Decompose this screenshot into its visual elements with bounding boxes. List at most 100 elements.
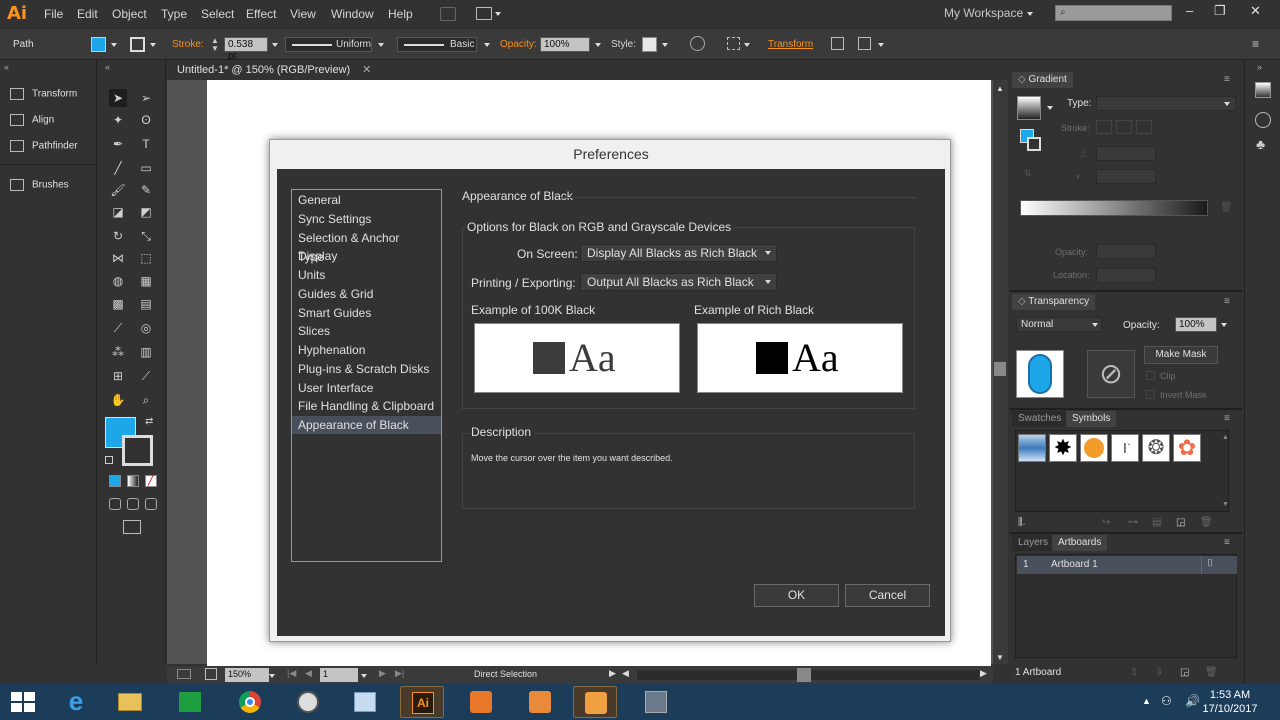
menu-effect[interactable]: Effect: [246, 7, 276, 21]
panel-brushes[interactable]: Brushes: [10, 179, 69, 191]
gradient-stroke-swatch[interactable]: [1027, 137, 1041, 151]
category-smart-guides[interactable]: Smart Guides: [292, 304, 441, 322]
collapse-icon[interactable]: »: [1257, 62, 1262, 72]
symbol-libraries-icon[interactable]: ⫼.: [1018, 517, 1025, 528]
category-plugins-scratch-disks[interactable]: Plug-ins & Scratch Disks: [292, 360, 441, 378]
tab-symbols[interactable]: Symbols: [1066, 411, 1117, 427]
category-file-handling-clipboard[interactable]: File Handling & Clipboard: [292, 397, 441, 415]
arrange-documents-icon[interactable]: [476, 7, 492, 20]
symbol-flower[interactable]: ✿: [1173, 434, 1201, 462]
brush-select[interactable]: Basic: [397, 37, 477, 52]
category-selection-anchor-display[interactable]: Selection & Anchor Display: [292, 229, 441, 263]
chevron-down-icon[interactable]: [111, 43, 117, 47]
tab-gradient[interactable]: ◇ Gradient: [1012, 72, 1073, 88]
stroke-weight-field[interactable]: 0.538 pt: [224, 37, 268, 62]
symbol-sprayer-tool-icon[interactable]: ⁂: [109, 343, 127, 361]
category-sync-settings[interactable]: Sync Settings: [292, 210, 441, 228]
perspective-grid-tool-icon[interactable]: ▦: [137, 272, 155, 290]
make-mask-button[interactable]: Make Mask: [1144, 346, 1218, 364]
scroll-left-icon[interactable]: ◀: [622, 668, 629, 679]
category-general[interactable]: General: [292, 191, 441, 209]
column-graph-tool-icon[interactable]: ▥: [137, 343, 155, 361]
hand-tool-icon[interactable]: ✋: [109, 391, 127, 409]
minimize-icon[interactable]: –: [1186, 3, 1193, 18]
panel-menu-icon[interactable]: ≡: [1224, 296, 1230, 307]
draw-behind-icon[interactable]: [127, 498, 139, 510]
vertical-scrollbar[interactable]: ▲ ▼: [993, 80, 1008, 664]
scale-tool-icon[interactable]: ⤡: [137, 227, 155, 245]
zoom-field[interactable]: 150%: [225, 668, 269, 682]
chevron-down-icon[interactable]: [269, 674, 275, 678]
chevron-down-icon[interactable]: [150, 43, 156, 47]
panel-align[interactable]: Align: [10, 114, 54, 126]
menu-type[interactable]: Type: [161, 7, 187, 21]
blend-tool-icon[interactable]: ◎: [137, 319, 155, 337]
new-symbol-icon[interactable]: ◲: [1176, 517, 1185, 528]
scroll-up-icon[interactable]: ▲: [1222, 434, 1229, 441]
scroll-down-icon[interactable]: ▼: [1222, 501, 1229, 508]
rotate-tool-icon[interactable]: ↻: [109, 227, 127, 245]
restore-icon[interactable]: ❐: [1214, 3, 1226, 19]
paintbrush-tool-icon[interactable]: 🖌: [109, 181, 127, 199]
opacity-label[interactable]: Opacity:: [500, 39, 537, 50]
default-colors-icon[interactable]: [105, 456, 113, 464]
last-page-icon[interactable]: ▶|: [395, 668, 404, 679]
color-mode-icon[interactable]: [109, 475, 121, 487]
type-tool-icon[interactable]: T: [137, 135, 155, 153]
next-page-icon[interactable]: ▶: [379, 668, 386, 679]
symbol-ink-splat[interactable]: ✸: [1049, 434, 1077, 462]
gradient-tool-icon[interactable]: ▤: [137, 295, 155, 313]
app-circle-icon[interactable]: [286, 686, 330, 718]
chevron-down-icon[interactable]: [361, 674, 367, 678]
status-menu-icon[interactable]: ▶: [609, 668, 616, 679]
chevron-down-icon[interactable]: [484, 43, 490, 47]
shaper-tool-icon[interactable]: ◪: [109, 203, 127, 221]
direct-selection-tool-icon[interactable]: ➢: [137, 89, 155, 107]
width-tool-icon[interactable]: ⋈: [109, 249, 127, 267]
draw-inside-icon[interactable]: [145, 498, 157, 510]
scroll-right-icon[interactable]: ▶: [980, 668, 987, 679]
magic-wand-tool-icon[interactable]: ✦: [109, 111, 127, 129]
chrome-icon[interactable]: [228, 686, 272, 718]
panel-menu-icon[interactable]: ≡: [1224, 74, 1230, 85]
menu-view[interactable]: View: [290, 7, 316, 21]
menu-select[interactable]: Select: [201, 7, 234, 21]
slice-tool-icon[interactable]: ⟋: [137, 367, 155, 385]
menu-file[interactable]: File: [44, 7, 63, 21]
tab-transparency[interactable]: ◇ Transparency: [1012, 294, 1096, 310]
chevron-down-icon[interactable]: [662, 43, 668, 47]
align-to-icon[interactable]: [727, 37, 740, 50]
mesh-tool-icon[interactable]: ▩: [109, 295, 127, 313]
store-icon[interactable]: [168, 686, 212, 718]
panel-menu-icon[interactable]: ≡: [1252, 37, 1259, 51]
stroke-color-swatch[interactable]: [122, 435, 153, 466]
collapse-icon[interactable]: «: [4, 62, 9, 72]
tab-artboards[interactable]: Artboards: [1052, 535, 1108, 551]
category-user-interface[interactable]: User Interface: [292, 379, 441, 397]
gradient-type-select[interactable]: [1096, 96, 1236, 111]
screen-mode-icon[interactable]: [123, 520, 141, 534]
selection-tool-icon[interactable]: ➤: [109, 89, 127, 107]
gradient-slider[interactable]: [1020, 200, 1208, 216]
photos-icon[interactable]: [343, 686, 387, 718]
tray-expand-icon[interactable]: ▲: [1142, 696, 1151, 706]
video-app-icon[interactable]: [573, 686, 617, 718]
chevron-down-icon[interactable]: [272, 43, 278, 47]
category-hyphenation[interactable]: Hyphenation: [292, 341, 441, 359]
document-tab[interactable]: Untitled-1* @ 150% (RGB/Preview) ✕: [177, 60, 381, 80]
free-transform-tool-icon[interactable]: ⬚: [137, 249, 155, 267]
collapse-icon[interactable]: «: [105, 62, 110, 72]
search-input[interactable]: [1055, 5, 1172, 21]
stroke-profile-select[interactable]: Uniform: [285, 37, 372, 52]
symbols-panel-icon[interactable]: ♣: [1256, 136, 1265, 152]
screenshot-app-icon[interactable]: [518, 686, 562, 718]
gradient-mode-icon[interactable]: [127, 475, 139, 487]
line-tool-icon[interactable]: ╱: [109, 159, 127, 177]
opacity-field[interactable]: 100%: [540, 37, 590, 52]
recolor-artwork-icon[interactable]: [690, 36, 705, 51]
menu-object[interactable]: Object: [112, 7, 147, 21]
chevron-down-icon[interactable]: [878, 43, 884, 47]
file-explorer-icon[interactable]: [108, 686, 152, 718]
printing-exporting-select[interactable]: Output All Blacks as Rich Black: [580, 273, 777, 291]
hscroll-thumb[interactable]: [797, 668, 811, 682]
